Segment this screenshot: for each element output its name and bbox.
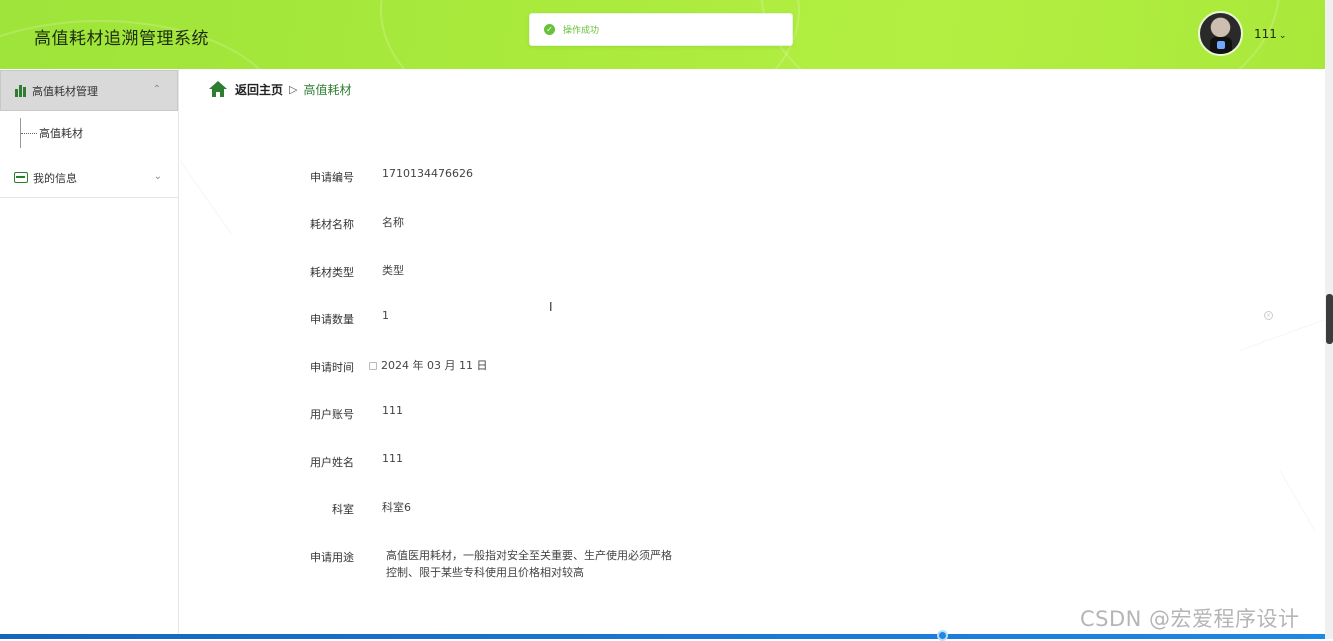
success-toast: ✓ 操作成功 (529, 13, 793, 46)
consumable-type-value: 类型 (382, 264, 404, 277)
form-label: 用户账号 (310, 408, 354, 421)
text-cursor-icon: I (549, 300, 553, 314)
chevron-down-icon: ⌄ (1278, 31, 1287, 41)
form-label: 科室 (332, 503, 354, 516)
user-account-value: 111 (382, 404, 403, 417)
sidebar-group-consumables[interactable]: 高值耗材管理 ⌃ (0, 70, 178, 111)
purpose-line: 控制、限于某些专科使用且价格相对较高 (386, 566, 584, 579)
avatar-print (1217, 41, 1225, 49)
consumable-name-value: 名称 (382, 216, 404, 229)
breadcrumb-current: 高值耗材 (303, 82, 352, 97)
form-label: 申请时间 (310, 361, 354, 374)
clear-icon[interactable]: × (1264, 311, 1273, 320)
background-decoration (1279, 470, 1316, 532)
home-icon[interactable] (208, 80, 228, 98)
sidebar-item-label: 高值耗材 (39, 127, 83, 140)
bar-chart-icon (15, 84, 26, 97)
form-label: 申请编号 (310, 171, 354, 184)
form-label: 耗材类型 (310, 266, 354, 279)
sidebar-item-consumables[interactable]: 高值耗材 (20, 118, 170, 148)
application-number-value: 1710134476626 (382, 167, 473, 180)
purpose-value: 高值医用耗材，一般指对安全至关重要、生产使用必须严格 控制、限于某些专科使用且价… (386, 547, 686, 581)
top-header: 高值耗材追溯管理系统 ✓ 操作成功 111 ⌄ (0, 0, 1325, 69)
department-value: 科室6 (382, 501, 411, 514)
user-menu[interactable]: 111 ⌄ (1254, 27, 1286, 41)
tree-connector (21, 132, 37, 134)
calendar-icon (369, 362, 377, 370)
background-decoration (179, 160, 233, 235)
scrollbar-thumb[interactable] (1326, 294, 1333, 344)
date-text: 2024 年 03 月 11 日 (381, 359, 488, 372)
bottom-bar-handle[interactable] (937, 630, 948, 641)
form-label: 申请数量 (310, 313, 354, 326)
sidebar-group-my-info[interactable]: 我的信息 ⌄ (0, 158, 178, 198)
avatar[interactable] (1198, 11, 1243, 56)
chevron-up-icon: ⌃ (152, 84, 161, 95)
form-label: 耗材名称 (310, 218, 354, 231)
chevron-down-icon: ⌄ (153, 171, 162, 182)
form-label: 申请用途 (310, 551, 354, 564)
sidebar-group-label: 我的信息 (33, 171, 77, 185)
user-name: 111 (1254, 27, 1277, 41)
app-title: 高值耗材追溯管理系统 (34, 29, 209, 49)
sidebar-group-label: 高值耗材管理 (32, 84, 98, 98)
form-label: 用户姓名 (310, 456, 354, 469)
card-icon (14, 172, 28, 183)
quantity-value: 1 (382, 309, 389, 322)
breadcrumb-home-link[interactable]: 返回主页 (235, 81, 283, 98)
purpose-line: 高值医用耗材，一般指对安全至关重要、生产使用必须严格 (386, 549, 672, 562)
breadcrumb-separator: ▷ (289, 82, 298, 96)
toast-message: 操作成功 (563, 26, 600, 36)
check-circle-icon: ✓ (544, 24, 555, 35)
application-date-value: 2024 年 03 月 11 日 (369, 357, 487, 373)
background-decoration (1239, 319, 1325, 351)
bottom-progress-bar (0, 634, 1325, 639)
user-fullname-value: 111 (382, 452, 403, 465)
sidebar: 高值耗材管理 ⌃ 高值耗材 我的信息 ⌄ (0, 69, 179, 639)
watermark: CSDN @宏爱程序设计 (1080, 607, 1300, 631)
breadcrumb: 返回主页 ▷ 高值耗材 (208, 80, 352, 98)
